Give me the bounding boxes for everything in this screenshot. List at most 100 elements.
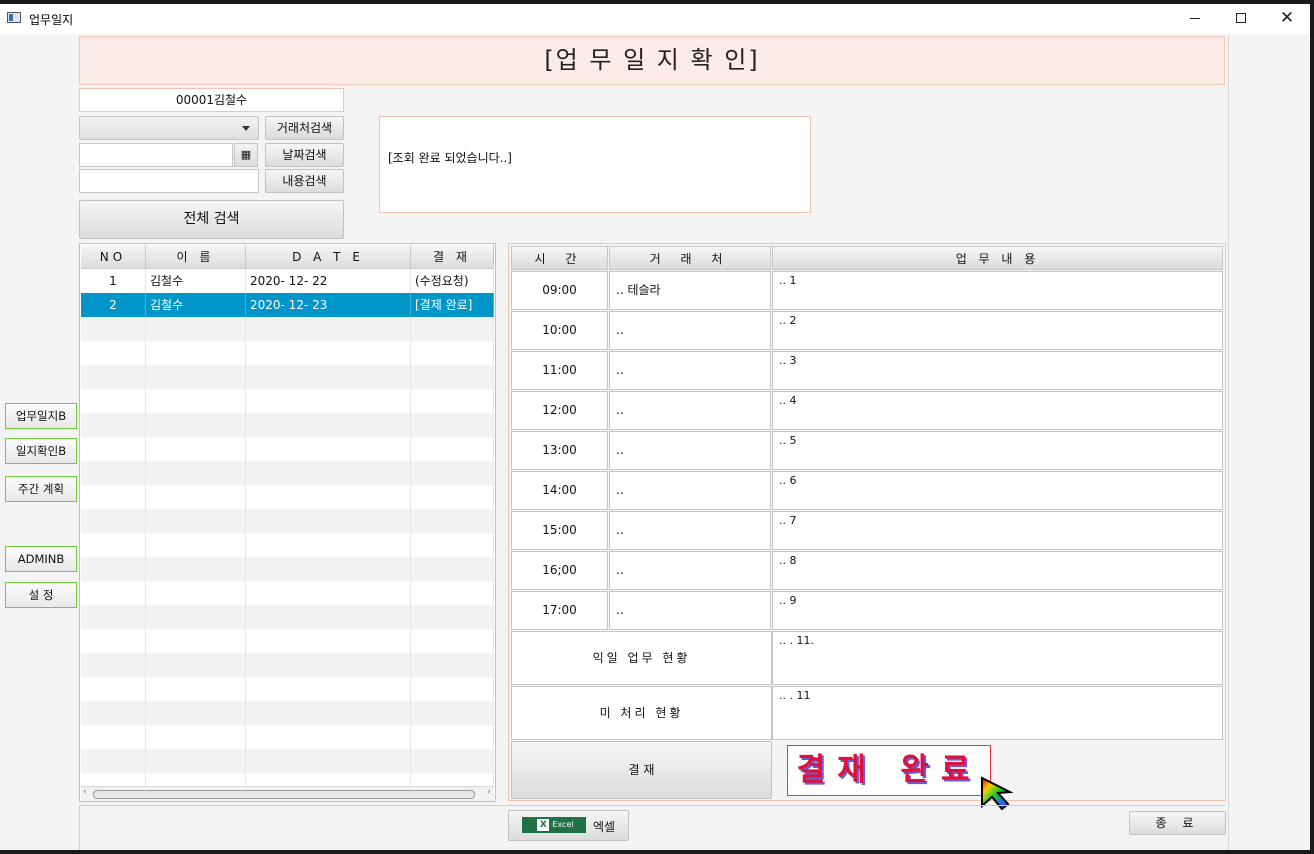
minimize-button[interactable] xyxy=(1172,4,1218,34)
empty-cell xyxy=(146,365,246,389)
maximize-icon xyxy=(1236,13,1246,23)
empty-cell xyxy=(411,485,494,509)
empty-cell xyxy=(81,413,146,437)
client-field[interactable]: .. xyxy=(609,431,771,470)
column-header-status[interactable]: 결 재 xyxy=(411,245,494,269)
empty-cell xyxy=(81,701,146,725)
pending-field[interactable]: .. . 11 xyxy=(772,686,1223,740)
empty-cell xyxy=(146,389,246,413)
excel-icon: X Excel xyxy=(522,817,586,833)
scroll-left-icon[interactable]: ‹ xyxy=(83,787,87,797)
empty-cell xyxy=(246,605,411,629)
table-row-empty[interactable] xyxy=(81,581,494,605)
next-day-field[interactable]: .. . 11. xyxy=(772,631,1223,685)
close-button[interactable]: ✕ xyxy=(1264,4,1310,34)
client-field[interactable]: .. xyxy=(609,311,771,350)
empty-cell xyxy=(81,485,146,509)
client-field[interactable]: .. xyxy=(609,471,771,510)
exit-button[interactable]: 종 료 xyxy=(1129,811,1226,835)
table-row-empty[interactable] xyxy=(81,653,494,677)
table-row-empty[interactable] xyxy=(81,437,494,461)
table-row-selected[interactable]: 2 김철수 2020- 12- 23 [결제 완료] xyxy=(81,293,494,317)
client-field[interactable]: .. xyxy=(609,391,771,430)
table-row-empty[interactable] xyxy=(81,413,494,437)
empty-cell xyxy=(146,557,246,581)
sidebar-item-work-log[interactable]: 업무일지B xyxy=(5,403,77,429)
table-row-empty[interactable] xyxy=(81,389,494,413)
content-search-input[interactable] xyxy=(79,169,259,193)
table-row-empty[interactable] xyxy=(81,701,494,725)
scroll-right-icon[interactable]: › xyxy=(487,787,491,797)
excel-button[interactable]: X Excel 엑셀 xyxy=(508,810,629,841)
empty-cell xyxy=(246,557,411,581)
empty-cell xyxy=(81,557,146,581)
search-all-button[interactable]: 전체 검색 xyxy=(79,200,344,239)
sidebar-item-settings[interactable]: 설 정 xyxy=(5,582,77,608)
calendar-button[interactable]: ▦ xyxy=(234,143,258,167)
approve-button[interactable]: 결 재 xyxy=(511,741,772,799)
empty-cell xyxy=(146,701,246,725)
empty-cell xyxy=(81,389,146,413)
client-field[interactable]: .. xyxy=(609,591,771,630)
work-content-field[interactable]: .. 1 xyxy=(772,271,1223,310)
cell-no: 2 xyxy=(81,293,146,317)
table-row-empty[interactable] xyxy=(81,677,494,701)
pending-label: 미 처리 현황 xyxy=(511,686,772,740)
table-row[interactable]: 1 김철수 2020- 12- 22 (수정요청) xyxy=(81,269,494,293)
column-header-name[interactable]: 이 름 xyxy=(146,245,246,269)
sidebar-item-log-check[interactable]: 일지확인B xyxy=(5,438,77,464)
client-select[interactable] xyxy=(79,116,259,140)
work-content-field[interactable]: .. 3 xyxy=(772,351,1223,390)
table-row-empty[interactable] xyxy=(81,461,494,485)
empty-cell xyxy=(411,317,494,341)
sidebar-item-admin[interactable]: ADMINB xyxy=(5,546,77,572)
work-content-field[interactable]: .. 6 xyxy=(772,471,1223,510)
client-field[interactable]: .. 테슬라 xyxy=(609,271,771,310)
client-field[interactable]: .. xyxy=(609,351,771,390)
horizontal-scrollbar[interactable]: ‹ › xyxy=(81,786,494,801)
table-row-empty[interactable] xyxy=(81,317,494,341)
cell-name: 김철수 xyxy=(146,293,246,317)
empty-cell xyxy=(246,413,411,437)
table-row-empty[interactable] xyxy=(81,557,494,581)
work-content-field[interactable]: .. 9 xyxy=(772,591,1223,630)
client-field[interactable]: .. xyxy=(609,551,771,590)
client-field[interactable]: .. xyxy=(609,511,771,550)
table-row-empty[interactable] xyxy=(81,509,494,533)
time-cell: 15:00 xyxy=(511,511,608,550)
table-row-empty[interactable] xyxy=(81,749,494,773)
cell-status: (수정요청) xyxy=(411,269,494,293)
empty-cell xyxy=(81,749,146,773)
work-content-field[interactable]: .. 4 xyxy=(772,391,1223,430)
excel-badge-text: Excel xyxy=(552,820,574,829)
table-row-empty[interactable] xyxy=(81,629,494,653)
scrollbar-thumb[interactable] xyxy=(93,790,475,799)
page-title: [업 무 일 지 확 인] xyxy=(79,36,1225,85)
empty-cell xyxy=(146,461,246,485)
work-content-field[interactable]: .. 8 xyxy=(772,551,1223,590)
table-row-empty[interactable] xyxy=(81,341,494,365)
content-search-button[interactable]: 내용검색 xyxy=(265,169,344,193)
empty-cell xyxy=(81,341,146,365)
work-content-field[interactable]: .. 5 xyxy=(772,431,1223,470)
sidebar-item-weekly-plan[interactable]: 주간 계획 xyxy=(5,476,77,502)
table-row-empty[interactable] xyxy=(81,725,494,749)
table-row-empty[interactable] xyxy=(81,605,494,629)
time-cell: 14:00 xyxy=(511,471,608,510)
table-row-empty[interactable] xyxy=(81,485,494,509)
column-header-date[interactable]: D A T E xyxy=(246,245,411,269)
maximize-button[interactable] xyxy=(1218,4,1264,34)
empty-cell xyxy=(146,677,246,701)
empty-cell xyxy=(146,605,246,629)
work-content-field[interactable]: .. 7 xyxy=(772,511,1223,550)
empty-cell xyxy=(146,629,246,653)
empty-cell xyxy=(246,389,411,413)
table-row-empty[interactable] xyxy=(81,365,494,389)
client-search-button[interactable]: 거래처검색 xyxy=(265,116,344,140)
date-search-button[interactable]: 날짜검색 xyxy=(265,143,344,167)
empty-cell xyxy=(246,653,411,677)
table-row-empty[interactable] xyxy=(81,533,494,557)
column-header-no[interactable]: NO xyxy=(81,245,146,269)
date-field[interactable] xyxy=(79,143,233,167)
work-content-field[interactable]: .. 2 xyxy=(772,311,1223,350)
